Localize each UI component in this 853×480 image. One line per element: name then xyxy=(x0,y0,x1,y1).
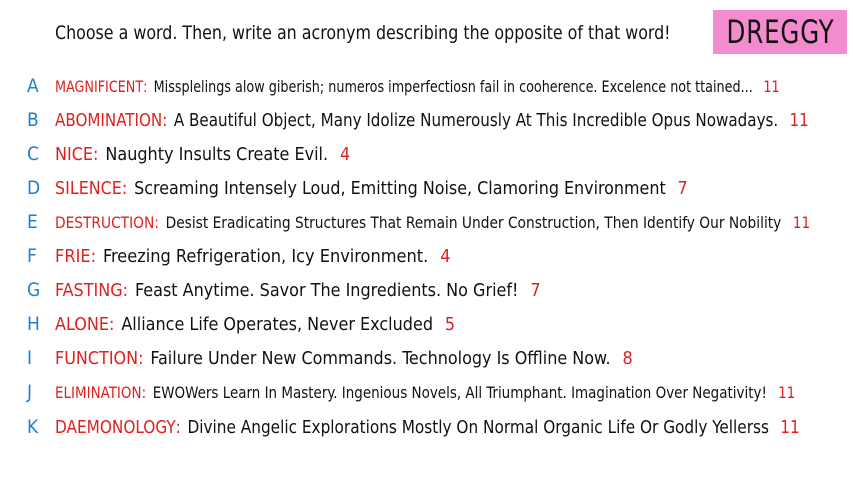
row-acronym: Screaming Intensely Loud, Emitting Noise… xyxy=(134,177,666,199)
row-colon: : xyxy=(154,212,159,232)
row-letter: B xyxy=(27,109,39,131)
row-count: 4 xyxy=(339,143,351,165)
row-acronym: Feast Anytime. Savor The Ingredients. No… xyxy=(135,279,519,301)
badge-label: DREGGY xyxy=(726,13,834,51)
row-colon: : xyxy=(121,177,128,199)
row-word: DESTRUCTION xyxy=(55,212,155,232)
row-colon: : xyxy=(175,416,181,438)
row-letter: C xyxy=(27,143,39,165)
row-count: 7 xyxy=(677,177,688,199)
row-word: FASTING xyxy=(55,279,123,301)
row-word: FRIE xyxy=(55,245,91,267)
row-word: ALONE xyxy=(55,313,110,335)
row-acronym: Naughty Insults Create Evil. xyxy=(105,143,329,165)
row-count: 11 xyxy=(780,416,800,438)
row-word: MAGNIFICENT xyxy=(55,76,144,96)
row-word: ABOMINATION xyxy=(55,109,163,131)
row-count: 4 xyxy=(440,245,451,267)
row-word: FUNCTION xyxy=(55,347,139,369)
row-colon: : xyxy=(122,279,129,301)
instruction-text: Choose a word. Then, write an acronym de… xyxy=(55,22,671,44)
row-colon: : xyxy=(162,109,168,131)
row-acronym: A Beautiful Object, Many Idolize Numerou… xyxy=(173,109,779,131)
row-colon: : xyxy=(109,313,115,335)
row-count: 11 xyxy=(763,76,780,96)
row-letter: H xyxy=(27,313,40,335)
row-count: 8 xyxy=(622,347,633,369)
row-acronym: EWOWers Learn In Mastery. Ingenious Nove… xyxy=(152,382,767,402)
row-colon: : xyxy=(143,76,148,96)
dreggy-badge: DREGGY xyxy=(713,10,847,54)
row-acronym: Freezing Refrigeration, Icy Environment. xyxy=(103,245,429,267)
row-acronym: Desist Eradicating Structures That Remai… xyxy=(165,212,782,232)
row-word: DAEMONOLOGY xyxy=(55,416,176,438)
row-letter: I xyxy=(27,347,33,369)
row-letter: A xyxy=(27,75,39,97)
row-acronym: Failure Under New Commands. Technology I… xyxy=(150,347,611,369)
row-acronym: Divine Angelic Explorations Mostly On No… xyxy=(187,416,769,438)
row-word: NICE xyxy=(55,143,94,165)
row-count: 11 xyxy=(792,212,811,232)
row-letter: D xyxy=(27,177,41,199)
row-letter: G xyxy=(27,279,41,301)
row-colon: : xyxy=(93,143,99,165)
row-letter: E xyxy=(27,211,38,233)
row-count: 5 xyxy=(444,313,456,335)
row-word: ELIMINATION xyxy=(55,382,142,402)
row-count: 7 xyxy=(530,279,541,301)
row-word: SILENCE xyxy=(55,177,122,199)
row-letter: F xyxy=(27,245,37,267)
row-colon: : xyxy=(90,245,97,267)
row-acronym: Alliance Life Operates, Never Excluded xyxy=(121,313,434,335)
row-count: 11 xyxy=(789,109,809,131)
row-letter: J xyxy=(27,381,33,403)
row-acronym: Missplelings alow giberish; numeros impe… xyxy=(153,76,753,96)
row-letter: K xyxy=(27,416,39,438)
row-colon: : xyxy=(138,347,144,369)
row-colon: : xyxy=(141,382,147,402)
row-count: 11 xyxy=(778,382,796,402)
